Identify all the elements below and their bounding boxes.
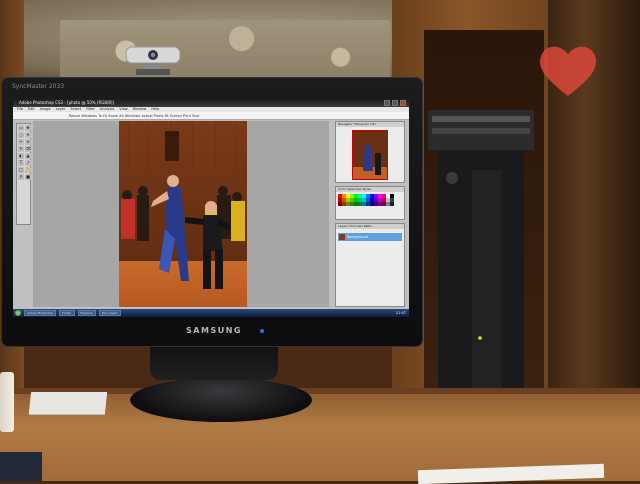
power-led [260,329,264,333]
taskbar-item[interactable]: Folder [59,310,75,316]
window-title: Adobe Photoshop CS3 - [photo @ 50% (RGB/… [19,100,115,105]
minimize-button[interactable] [384,100,390,106]
options-bar: Resize Windows To Fit Zoom All Windows A… [13,112,409,120]
monitor-model-label: SyncMaster 2033 [12,83,65,90]
floral-wallpaper [60,20,390,82]
taskbar-item[interactable]: Adobe Photoshop [24,310,57,316]
zoom-tool-icon[interactable]: ⚲ [18,174,24,180]
paper-stack [28,392,108,414]
pen-tool-icon[interactable]: ▲ [25,153,31,159]
taskbar-item[interactable]: Document [99,310,121,316]
magic-wand-tool-icon[interactable]: ⌖ [25,132,31,138]
layers-panel-tab[interactable]: Layers Channels Paths [336,224,404,229]
webcam-icon [125,46,181,75]
color-swatch[interactable] [390,202,394,206]
hand-tool-icon[interactable]: ✋ [25,167,31,173]
heal-tool-icon[interactable]: ⊘ [25,139,31,145]
swatch-grid [336,192,404,208]
tray-clock[interactable]: 21:47 [396,311,406,315]
maximize-button[interactable] [392,100,398,106]
layer-name: Background [347,235,368,239]
monitor-stand-neck [150,344,278,380]
taskbar-item[interactable]: Explorer [77,310,96,316]
swatches-panel: Color Swatches Styles [335,186,405,220]
window-controls [384,100,406,106]
close-button[interactable] [400,100,406,106]
type-tool-icon[interactable]: T [18,160,24,166]
lasso-tool-icon[interactable]: ◌ [18,132,24,138]
dodge-tool-icon[interactable]: ◐ [18,153,24,159]
shape-tool-icon[interactable]: ▢ [18,167,24,173]
pc-tower [428,110,534,390]
color-swatch-icon[interactable]: ■ [25,174,31,180]
monitor-stand-base [130,378,312,422]
layer-thumbnail [339,234,345,240]
taskbar: Adobe Photoshop Folder Explorer Document… [13,309,409,317]
navigator-thumbnail[interactable] [352,130,388,180]
keyboard-edge [0,452,42,481]
window-titlebar[interactable]: Adobe Photoshop CS3 - [photo @ 50% (RGB/… [13,99,409,107]
start-button[interactable] [15,310,21,316]
brush-tool-icon[interactable]: ✎ [18,146,24,152]
cup [0,372,14,432]
crop-tool-icon[interactable]: ✂ [18,139,24,145]
tools-panel: ▭ ✥ ◌ ⌖ ✂ ⊘ ✎ ⌫ ◐ ▲ T ↗ ▢ ✋ ⚲ ■ [16,123,31,225]
layers-panel: Layers Channels Paths Background [335,223,405,307]
navigator-panel: Navigator Histogram Info [335,121,405,183]
layer-row[interactable]: Background [338,233,402,241]
marquee-tool-icon[interactable]: ▭ [18,125,24,131]
path-select-tool-icon[interactable]: ↗ [25,160,31,166]
move-tool-icon[interactable]: ✥ [25,125,31,131]
eraser-tool-icon[interactable]: ⌫ [25,146,31,152]
monitor-screen: Adobe Photoshop CS3 - [photo @ 50% (RGB/… [13,99,409,317]
panels-dock: Navigator Histogram Info Color Swatches … [335,121,405,307]
dance-photo[interactable] [119,121,247,307]
heart-decoration-icon [540,46,596,96]
monitor-brand-logo: SAMSUNG [186,326,242,335]
options-text[interactable]: Resize Windows To Fit Zoom All Windows A… [69,113,199,119]
navigator-panel-tab[interactable]: Navigator Histogram Info [336,122,404,127]
